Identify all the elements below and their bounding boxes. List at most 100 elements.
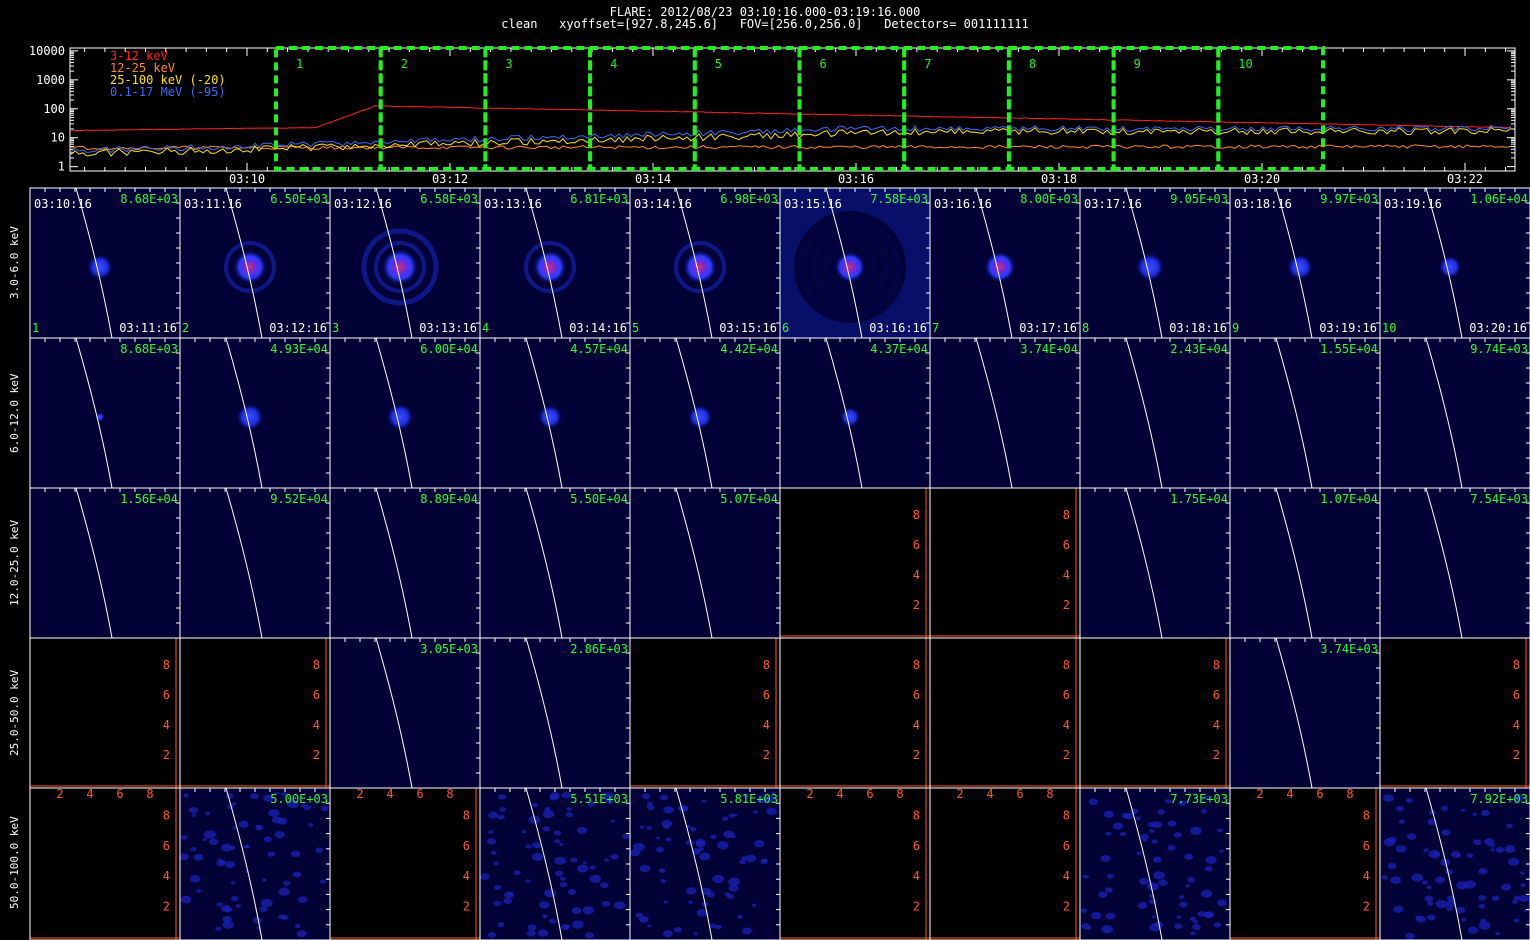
noise-blob [229,845,236,850]
noise-blob [1101,925,1114,934]
noise-blob [278,887,291,896]
map-cell: 9.52E+04 [179,487,331,639]
noise-blob [1187,877,1196,883]
map-background [1380,338,1530,488]
empty-map [180,638,330,788]
peak-value: 1.56E+04 [120,492,178,506]
noise-blob [571,907,582,915]
noise-blob [1508,857,1520,866]
energy-band-label: 50.0-100.0 keV [8,816,21,910]
cell-index: 1 [32,321,39,335]
empty-axis-label: 2 [1513,748,1520,762]
noise-blob [281,915,289,920]
map-cell: 5.07E+04 [629,487,781,639]
noise-blob [1105,912,1116,920]
noise-blob [699,852,711,861]
noise-blob [244,844,250,849]
peak-value: 8.00E+03 [1020,192,1078,206]
map-cell: 2 4 6 8 [929,487,1081,639]
noise-blob [1444,869,1454,875]
noise-blob [1383,794,1394,802]
cell-index: 6 [782,321,789,335]
noise-blob [183,793,189,798]
noise-blob [283,880,291,886]
map-cell: 9.05E+03 03:17:16 03:18:16 8 [1079,187,1231,339]
empty-axis-label: 6 [1213,688,1220,702]
noise-blob [1139,877,1150,885]
noise-blob [190,847,197,852]
peak-value: 6.81E+03 [570,192,628,206]
empty-axis-label: 4 [463,869,470,883]
noise-blob [250,793,259,800]
noise-blob [1473,839,1482,846]
noise-blob [1513,918,1520,923]
peak-value: 7.54E+03 [1470,492,1528,506]
noise-blob [488,811,499,819]
noise-blob [662,930,673,938]
flare-source [386,403,414,431]
peak-value: 3.74E+03 [1320,642,1378,656]
noise-blob [497,793,507,800]
noise-blob [1405,932,1415,940]
peak-value: 8.68E+03 [120,192,178,206]
noise-blob [1406,833,1417,840]
noise-blob [722,816,729,821]
empty-axis-label: 8 [1513,658,1520,672]
noise-blob [526,930,536,937]
empty-axis-label: 8 [163,808,170,822]
noise-blob [1501,883,1512,891]
cell-index: 9 [1232,321,1239,335]
map-background [330,488,480,638]
cell-start-time: 03:11:16 [184,197,242,211]
noise-blob [542,826,550,832]
noise-blob [1185,884,1191,888]
empty-axis-label: 6 [913,839,920,853]
energy-band-label: 6.0-12.0 keV [8,373,21,453]
noise-blob [553,830,562,836]
map-cell: 2 2 4 4 6 6 88 [1229,787,1381,940]
noise-blob [760,858,768,865]
noise-blob [308,823,314,827]
noise-blob [1167,820,1177,827]
energy-band-label: 12.0-25.0 keV [8,519,21,606]
map-cell: 4.37E+04 [779,337,931,489]
empty-axis-label: 6 [116,787,123,801]
map-cell: 6.98E+03 03:14:16 03:15:16 5 [629,187,781,339]
map-cell: 2 4 6 8 [929,637,1081,789]
map-cell: 7.92E+03 [1379,787,1530,940]
cell-index: 3 [332,321,339,335]
empty-axis-label: 8 [1063,808,1070,822]
noise-blob [1478,867,1488,875]
noise-blob [297,896,308,903]
map-cell: 8.89E+04 [329,487,481,639]
noise-blob [1466,853,1474,858]
empty-axis-label: 2 [1063,598,1070,612]
noise-blob [622,834,630,840]
noise-blob [1137,901,1148,909]
empty-axis-label: 6 [416,787,423,801]
empty-map [780,488,930,638]
empty-axis-label: 2 [56,787,63,801]
noise-blob [525,844,532,849]
peak-value: 5.81E+03 [720,792,778,806]
noise-blob [1411,873,1424,882]
peak-value: 6.98E+03 [720,192,778,206]
noise-blob [753,839,765,848]
cell-end-time: 03:17:16 [1019,321,1077,335]
map-background [1380,488,1530,638]
noise-blob [695,840,706,848]
noise-blob [292,871,302,878]
empty-axis-label: 6 [1363,839,1370,853]
map-cell: 1.56E+04 [29,487,181,639]
noise-blob [751,903,757,907]
empty-axis-label: 8 [1213,658,1220,672]
peak-value: 6.00E+04 [420,342,478,356]
map-cell: 1.55E+04 [1229,337,1381,489]
noise-blob [554,839,561,844]
noise-blob [1520,871,1525,875]
noise-blob [577,826,588,834]
empty-axis-label: 4 [913,718,920,732]
noise-blob [274,830,285,839]
noise-blob [1480,918,1487,923]
noise-blob [690,827,697,832]
